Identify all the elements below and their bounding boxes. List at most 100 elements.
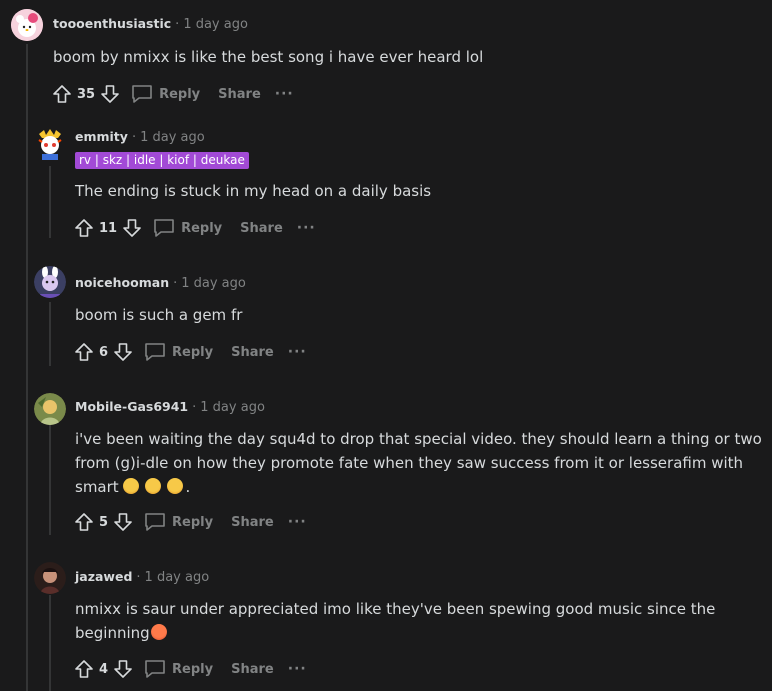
comment-meta: noicehooman · 1 day ago [75, 274, 246, 293]
upvote-icon [75, 660, 93, 678]
upvote-button[interactable] [51, 83, 73, 105]
reply-button[interactable]: Reply [144, 342, 213, 362]
comment-bubble-icon [145, 660, 165, 678]
comment-meta: emmity · 1 day ago [75, 128, 205, 147]
comment-text-fragment: . [185, 478, 191, 496]
reply-label: Reply [172, 514, 214, 530]
separator-dot: · [175, 17, 180, 32]
upvote-button[interactable] [73, 341, 95, 363]
separator-dot: · [136, 570, 141, 585]
separator-dot: · [192, 400, 197, 415]
comment-text: boom is such a gem fr [75, 306, 243, 324]
crying-face-emoji-icon [123, 478, 140, 494]
comment-bubble-icon [145, 343, 165, 361]
downvote-button[interactable] [121, 217, 143, 239]
more-options-button[interactable]: ··· [288, 514, 307, 530]
comment-actions: 5 Reply Share ··· [73, 509, 307, 535]
reply-button[interactable]: Reply [153, 218, 222, 238]
upvote-icon [75, 219, 93, 237]
share-button[interactable]: Share [240, 221, 283, 236]
timestamp[interactable]: 1 day ago [145, 570, 210, 585]
upvote-button[interactable] [73, 658, 95, 680]
comment-actions: 11 Reply Share ··· [73, 215, 316, 241]
share-label: Share [231, 514, 274, 530]
upvote-button[interactable] [73, 217, 95, 239]
share-label: Share [240, 220, 283, 236]
comment-actions: 4 Reply Share ··· [73, 656, 307, 682]
more-options-button[interactable]: ··· [288, 344, 307, 360]
reply-label: Reply [172, 344, 214, 360]
comment-toooenthusiastic: toooenthusiastic · 1 day ago boom by nmixx… [0, 0, 772, 110]
username-link[interactable]: jazawed [75, 569, 132, 584]
timestamp[interactable]: 1 day ago [200, 400, 265, 415]
downvote-button[interactable] [112, 341, 134, 363]
comment-text-fragment: smart [75, 478, 119, 496]
comment-text-line: nmixx is saur under appreciated imo like… [75, 600, 716, 618]
avatar[interactable] [34, 266, 66, 298]
reply-button[interactable]: Reply [131, 84, 200, 104]
comment-emmity: emmity · 1 day ago rv | skz | idle | kiof … [0, 120, 772, 244]
timestamp[interactable]: 1 day ago [181, 276, 246, 291]
share-label: Share [218, 86, 261, 102]
avatar[interactable] [34, 393, 66, 425]
downvote-icon [114, 343, 132, 361]
vote-score: 6 [99, 344, 109, 360]
vote-score: 11 [99, 220, 118, 236]
downvote-button[interactable] [99, 83, 121, 105]
reply-button[interactable]: Reply [144, 512, 213, 532]
comment-bubble-icon [154, 219, 174, 237]
downvote-button[interactable] [112, 511, 134, 533]
share-label: Share [231, 661, 274, 677]
downvote-icon [123, 219, 141, 237]
comment-text: i've been waiting the day squ4d to drop … [75, 427, 765, 499]
separator-dot: · [131, 130, 137, 145]
comment-actions: 35 Reply Share ··· [51, 81, 294, 107]
reply-button[interactable]: Reply [144, 659, 213, 679]
comment-meta: toooenthusiastic · 1 day ago [53, 15, 248, 34]
downvote-icon [114, 513, 132, 531]
timestamp[interactable]: 1 day ago [183, 17, 248, 32]
upvote-button[interactable] [73, 511, 95, 533]
comment-text-line: from (g)i-dle on how they promote fate w… [75, 454, 744, 472]
vote-score: 5 [99, 514, 109, 530]
comment-jazawed: jazawed · 1 day ago nmixx is saur under ap… [0, 560, 772, 691]
username-link[interactable]: Mobile-Gas6941 [75, 399, 188, 414]
more-options-button[interactable]: ··· [288, 661, 307, 677]
more-options-button[interactable]: ··· [275, 86, 294, 102]
share-label: Share [231, 344, 274, 360]
avatar-icon [34, 562, 66, 594]
crying-face-emoji-icon [145, 478, 162, 494]
crying-face-emoji-icon [167, 478, 184, 494]
share-button[interactable]: Share [231, 515, 274, 530]
avatar[interactable] [11, 9, 43, 41]
avatar-icon [38, 129, 62, 160]
avatar[interactable] [34, 128, 66, 160]
comment-meta: Mobile-Gas6941 · 1 day ago [75, 398, 265, 417]
comment-text-line: beginning [75, 621, 765, 645]
comment-noicehooman: noicehooman · 1 day ago boom is such a gem… [0, 258, 772, 368]
comment-text: nmixx is saur under appreciated imo like… [75, 597, 765, 645]
comment-bubble-icon [145, 513, 165, 531]
avatar[interactable] [34, 562, 66, 594]
share-button[interactable]: Share [218, 87, 261, 102]
downvote-button[interactable] [112, 658, 134, 680]
username-link[interactable]: toooenthusiastic [53, 16, 171, 31]
username-link[interactable]: noicehooman [75, 275, 169, 290]
comment-text-line: smart . [75, 475, 765, 499]
upvote-icon [75, 513, 93, 531]
upvote-icon [53, 85, 71, 103]
username-link[interactable]: emmity [75, 129, 128, 144]
share-button[interactable]: Share [231, 662, 274, 677]
downvote-icon [101, 85, 119, 103]
comment-text-fragment: beginning [75, 624, 150, 642]
share-button[interactable]: Share [231, 345, 274, 360]
comment-mobile-gas6941: Mobile-Gas6941 · 1 day ago i've been waiti… [0, 390, 772, 540]
comment-actions: 6 Reply Share ··· [73, 339, 307, 365]
upvote-icon [75, 343, 93, 361]
comment-bubble-icon [132, 85, 152, 103]
avatar-icon [34, 393, 66, 425]
reply-label: Reply [172, 661, 214, 677]
timestamp[interactable]: 1 day ago [140, 130, 205, 145]
more-options-button[interactable]: ··· [297, 220, 316, 236]
angry-face-emoji-icon [150, 624, 167, 640]
